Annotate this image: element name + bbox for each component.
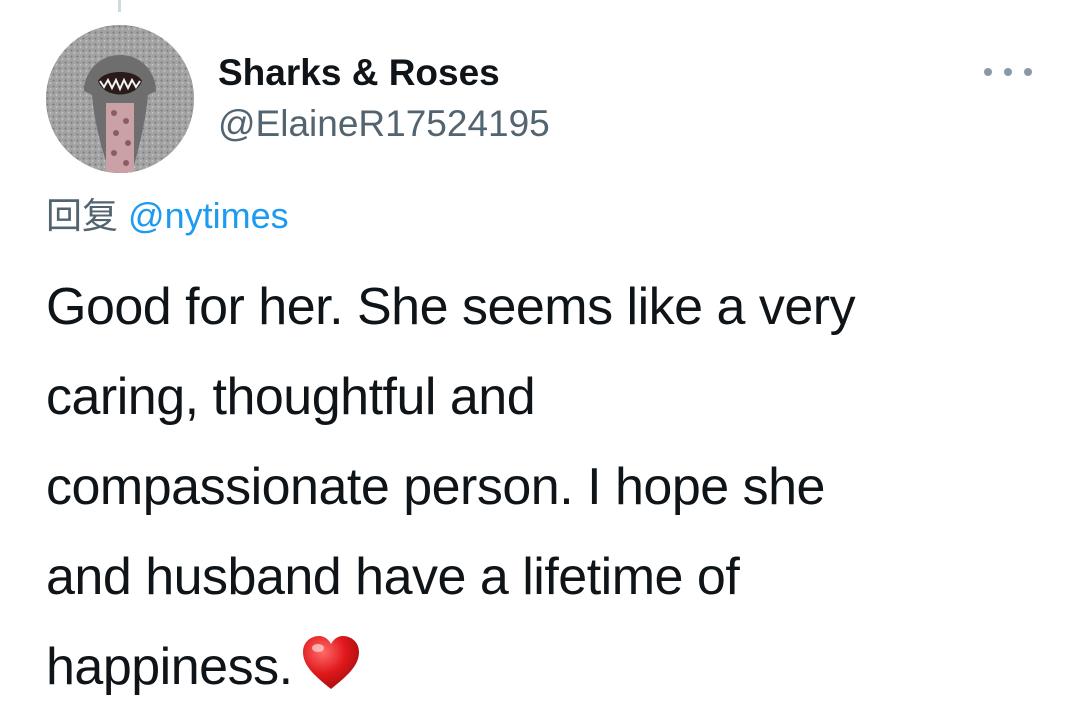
author-handle[interactable]: @ElaineR17524195 [218,102,550,146]
tweet-text-line: Good for her. She seems like a very [46,278,856,336]
tweet-text-last-line: happiness. [46,622,1046,720]
reply-context: 回复 @nytimes [46,193,289,239]
tweet-text-line: happiness. [46,638,293,696]
shark-avatar-icon [46,25,194,173]
more-options-icon [984,68,992,76]
tweet-text-line: caring, thoughtful and [46,368,536,426]
red-heart-icon [301,630,361,720]
tweet-text-line: compassionate person. I hope she [46,458,825,516]
more-options-button[interactable] [984,58,1032,86]
author-display-name[interactable]: Sharks & Roses [218,51,500,95]
reply-mention-link[interactable]: @nytimes [128,195,289,236]
thread-connector-line [118,0,121,12]
reply-prefix-label: 回复 [46,195,119,236]
tweet-text-line: and husband have a lifetime of [46,548,740,606]
avatar[interactable] [46,25,194,173]
tweet-text: Good for her. She seems like a very cari… [46,262,1046,720]
